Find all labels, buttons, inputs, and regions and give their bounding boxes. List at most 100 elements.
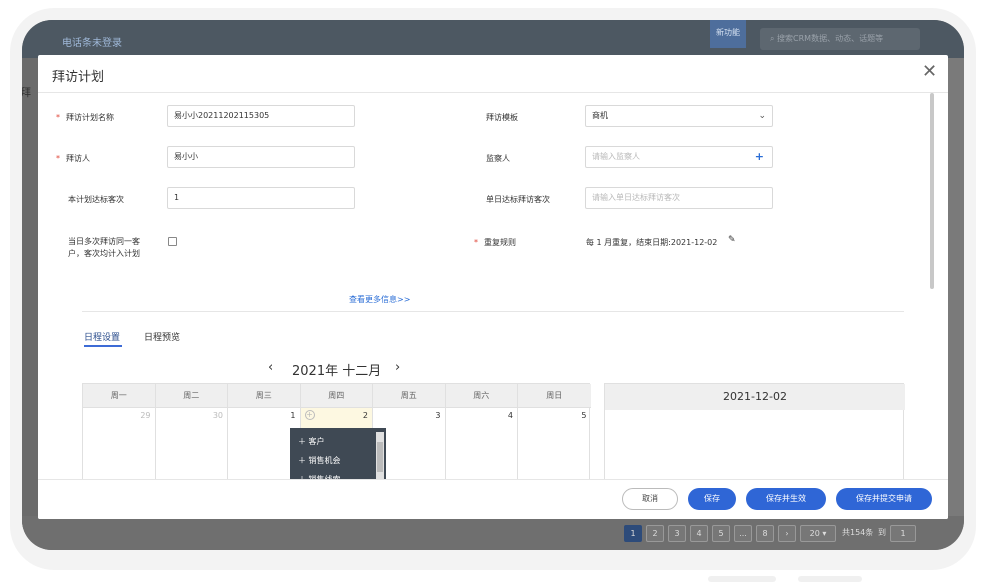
- weekday-header: 周五: [373, 384, 446, 408]
- modal-scrollbar[interactable]: [930, 93, 934, 289]
- divider: [82, 311, 904, 312]
- day-number: 1: [290, 411, 296, 420]
- chevron-down-icon: ⌄: [758, 111, 766, 121]
- page-size-select[interactable]: 20 ▾: [800, 525, 836, 542]
- save-submit-button[interactable]: 保存并提交申请: [836, 488, 932, 510]
- daily-target-input[interactable]: 请输入单日达标拜访客次: [585, 187, 773, 209]
- required-mark: *: [474, 238, 478, 247]
- tab-schedule-settings[interactable]: 日程设置: [84, 330, 120, 343]
- device-outer: 电话条未登录 新功能 ⌕ 搜索CRM数据、动态、话题等 拜 1 2 3 4 5 …: [0, 0, 986, 582]
- page-size-value: 20: [809, 529, 820, 538]
- day-number: 2: [362, 411, 368, 420]
- page-button[interactable]: 3: [668, 525, 686, 542]
- goto-label: 到: [878, 528, 886, 537]
- template-value: 商机: [592, 111, 608, 120]
- add-event-icon[interactable]: +: [304, 410, 315, 420]
- page-button[interactable]: 5: [712, 525, 730, 542]
- new-feature-badge[interactable]: 新功能: [710, 20, 746, 48]
- page-ellipsis: ...: [734, 525, 752, 542]
- visitor-input[interactable]: 易小小: [167, 146, 355, 168]
- more-info-link[interactable]: 查看更多信息>>: [349, 294, 410, 305]
- calendar-month-title: 2021年 十二月: [292, 364, 382, 379]
- supervisor-input[interactable]: 请输入监察人 +: [585, 146, 773, 168]
- weekday-header: 周二: [156, 384, 228, 408]
- weekday-header: 周日: [546, 391, 563, 400]
- supervisor-placeholder: 请输入监察人: [592, 152, 640, 161]
- weekday-header: 周三: [228, 384, 301, 408]
- visitor-label: * 拜访人: [56, 153, 90, 164]
- dropdown-item-label: 销售机会: [308, 456, 341, 465]
- weekday-header: 周四: [301, 384, 373, 408]
- goto-page-input[interactable]: 1: [890, 525, 916, 542]
- next-month-button[interactable]: ›: [395, 360, 400, 375]
- save-effective-button[interactable]: 保存并生效: [746, 488, 826, 510]
- visit-plan-modal: 拜访计划 ✕ * 拜访计划名称 易小小20211202115305 拜访模板 商机…: [38, 55, 948, 519]
- cancel-button[interactable]: 取消: [622, 488, 678, 510]
- template-label: 拜访模板: [486, 113, 518, 122]
- calendar-day-cell[interactable]: 4: [446, 408, 518, 484]
- edit-icon[interactable]: ✎: [728, 235, 736, 245]
- modal-footer: 取消 保存 保存并生效 保存并提交申请: [38, 479, 948, 519]
- global-search-input[interactable]: ⌕ 搜索CRM数据、动态、话题等: [760, 28, 920, 50]
- plan-name-input[interactable]: 易小小20211202115305: [167, 105, 355, 127]
- day-number: 3: [435, 411, 441, 420]
- daily-target-label: 单日达标拜访客次: [486, 195, 550, 204]
- day-number: 4: [507, 411, 513, 420]
- weekday-header: 周一: [83, 384, 156, 408]
- day-detail-panel: 2021-12-02: [604, 383, 905, 483]
- template-select[interactable]: 商机 ⌄: [585, 105, 773, 127]
- bottom-decoration: [798, 576, 862, 582]
- page-button[interactable]: 8: [756, 525, 774, 542]
- dropdown-scrollbar-thumb[interactable]: [377, 442, 383, 472]
- target-count-label: 本计划达标客次: [68, 195, 124, 204]
- next-page-button[interactable]: ›: [778, 525, 796, 542]
- dropdown-item-customer[interactable]: ＋ 客户: [298, 436, 325, 447]
- multi-visit-label-line1: 当日多次拜访同一客: [68, 237, 140, 246]
- page-button[interactable]: 4: [690, 525, 708, 542]
- plan-name-label-text: 拜访计划名称: [66, 113, 114, 122]
- calendar-day-cell[interactable]: 29: [83, 408, 156, 484]
- multi-visit-checkbox[interactable]: [168, 237, 177, 246]
- bottom-decoration: [708, 576, 776, 582]
- calendar-day-cell[interactable]: 5: [518, 408, 591, 484]
- total-count: 共154条: [842, 528, 874, 537]
- page-button[interactable]: 2: [646, 525, 664, 542]
- day-number: 5: [581, 411, 587, 420]
- required-mark: *: [56, 154, 60, 163]
- search-icon: ⌕: [770, 34, 778, 43]
- plus-icon: ＋: [298, 437, 309, 446]
- repeat-rule-value: 每 1 月重复，结束日期:2021-12-02: [586, 238, 718, 247]
- plan-name-label: * 拜访计划名称: [56, 112, 114, 123]
- target-count-input[interactable]: 1: [167, 187, 355, 209]
- visitor-label-text: 拜访人: [66, 154, 90, 163]
- modal-header: 拜访计划 ✕: [38, 55, 948, 93]
- dropdown-item-opportunity[interactable]: ＋ 销售机会: [298, 455, 341, 466]
- modal-title: 拜访计划: [52, 70, 105, 85]
- background-page-label: 拜: [22, 86, 31, 99]
- add-icon[interactable]: +: [755, 147, 764, 167]
- required-mark: *: [56, 113, 60, 122]
- multi-visit-label-line2: 户，客次均计入计划: [68, 249, 140, 258]
- prev-month-button[interactable]: ‹: [268, 360, 273, 375]
- top-bar: 电话条未登录 新功能 ⌕ 搜索CRM数据、动态、话题等: [22, 20, 964, 58]
- chevron-down-icon: ▾: [822, 529, 827, 538]
- background-pagination: 1 2 3 4 5 ... 8 › 20 ▾ 共154条 到 1: [22, 516, 964, 550]
- phone-status[interactable]: 电话条未登录: [62, 34, 122, 49]
- day-number: 29: [140, 411, 151, 420]
- calendar-header: 周一 周二 周三 周四 周五 周六 周日: [83, 384, 591, 408]
- close-icon[interactable]: ✕: [922, 63, 937, 81]
- calendar-day-cell[interactable]: 30: [156, 408, 228, 484]
- active-tab-indicator: [84, 345, 122, 347]
- supervisor-label: 监察人: [486, 154, 510, 163]
- day-detail-date: 2021-12-02: [605, 384, 905, 410]
- page-button[interactable]: 1: [624, 525, 642, 542]
- weekday-header: 周六: [446, 384, 518, 408]
- repeat-rule-label: * 重复规则: [474, 237, 516, 248]
- search-placeholder: 搜索CRM数据、动态、话题等: [777, 34, 884, 43]
- day-number: 30: [212, 411, 223, 420]
- repeat-rule-label-text: 重复规则: [484, 238, 516, 247]
- save-button[interactable]: 保存: [688, 488, 736, 510]
- tab-schedule-preview[interactable]: 日程预览: [144, 330, 180, 343]
- plus-icon: ＋: [298, 456, 309, 465]
- dropdown-item-label: 客户: [308, 437, 325, 446]
